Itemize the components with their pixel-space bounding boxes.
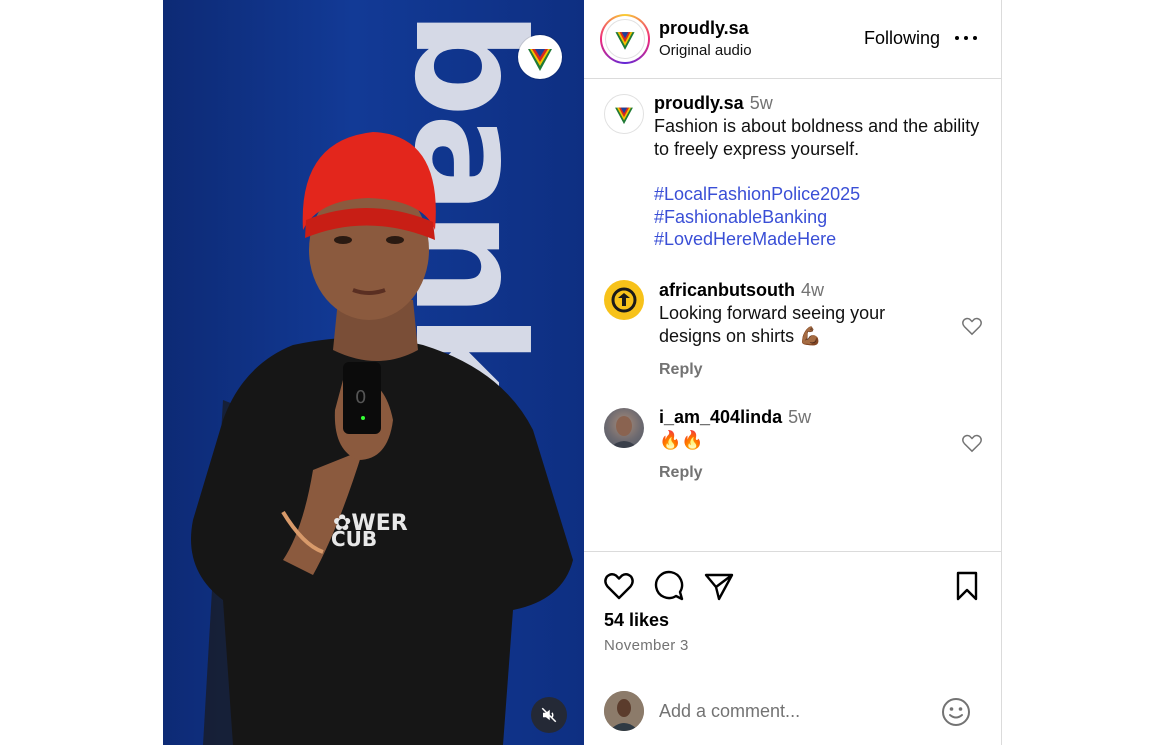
media-brand-badge [518,35,562,79]
proudly-sa-logo-icon [528,49,552,71]
comment-text: Looking forward seeing your designs on s… [659,303,886,346]
add-comment-bar [584,680,1002,745]
post-date[interactable]: November 3 [604,637,689,654]
like-comment-heart-icon[interactable] [961,433,983,453]
hashtag-link[interactable]: #FashionableBanking [654,206,994,229]
comment-username[interactable]: africanbutsouth [659,280,795,300]
speaker-muted-icon [541,707,557,723]
reply-button[interactable]: Reply [659,361,703,379]
post-actions: 54 likes November 3 [584,551,1002,745]
more-horizontal-icon [955,36,959,40]
caption-username[interactable]: proudly.sa [654,93,744,113]
heart-icon[interactable] [603,570,635,602]
comment-item: i_am_404linda 5w 🔥🔥 Reply [659,407,959,482]
comment-input[interactable] [659,698,919,724]
smiley-icon[interactable] [941,697,971,727]
commenter-avatar[interactable] [604,408,644,448]
person-photo: 0 ✿WER CUB [191,132,573,745]
like-count[interactable]: 54 likes [604,610,669,631]
user-logo-icon [611,287,637,313]
svg-text:0: 0 [355,387,366,408]
post-header: proudly.sa Original audio Following [584,0,1002,79]
post-caption: proudly.sa 5w Fashion is about boldness a… [654,93,994,251]
audio-label[interactable]: Original audio [659,42,752,59]
commenter-avatar[interactable] [604,280,644,320]
comment-item: africanbutsouth 4w Looking forward seeing… [659,280,959,379]
comments-section[interactable]: proudly.sa 5w Fashion is about boldness a… [584,80,1002,550]
bookmark-icon[interactable] [951,570,983,602]
share-icon[interactable] [703,570,735,602]
comment-username[interactable]: i_am_404linda [659,407,782,427]
caption-author-avatar[interactable] [604,94,644,134]
like-comment-heart-icon[interactable] [961,316,983,336]
comment-age[interactable]: 5w [788,407,811,427]
current-user-avatar[interactable] [604,691,644,731]
author-username[interactable]: proudly.sa [659,18,749,39]
comment-icon[interactable] [653,570,685,602]
post-details-panel: proudly.sa Original audio Following prou… [584,0,1002,745]
caption-text: Fashion is about boldness and the abilit… [654,116,980,159]
reply-button[interactable]: Reply [659,464,703,482]
proudly-sa-logo-icon [615,32,635,50]
more-options-button[interactable] [955,30,977,46]
comment-age[interactable]: 4w [801,280,824,300]
proudly-sa-logo-icon [615,107,633,125]
mute-button[interactable] [531,697,567,733]
profile-photo-icon [604,691,644,731]
author-avatar[interactable] [600,14,650,64]
hashtag-link[interactable]: #LovedHereMadeHere [654,228,994,251]
caption-age[interactable]: 5w [750,93,773,113]
hashtag-list: #LocalFashionPolice2025 #FashionableBank… [654,183,994,251]
svg-text:CUB: CUB [331,527,377,551]
following-button[interactable]: Following [864,28,940,49]
comment-text: 🔥🔥 [659,430,704,450]
profile-photo-icon [610,416,638,448]
hashtag-link[interactable]: #LocalFashionPolice2025 [654,183,994,206]
post-media[interactable]: bank 0 ✿WER CUB [163,0,584,745]
